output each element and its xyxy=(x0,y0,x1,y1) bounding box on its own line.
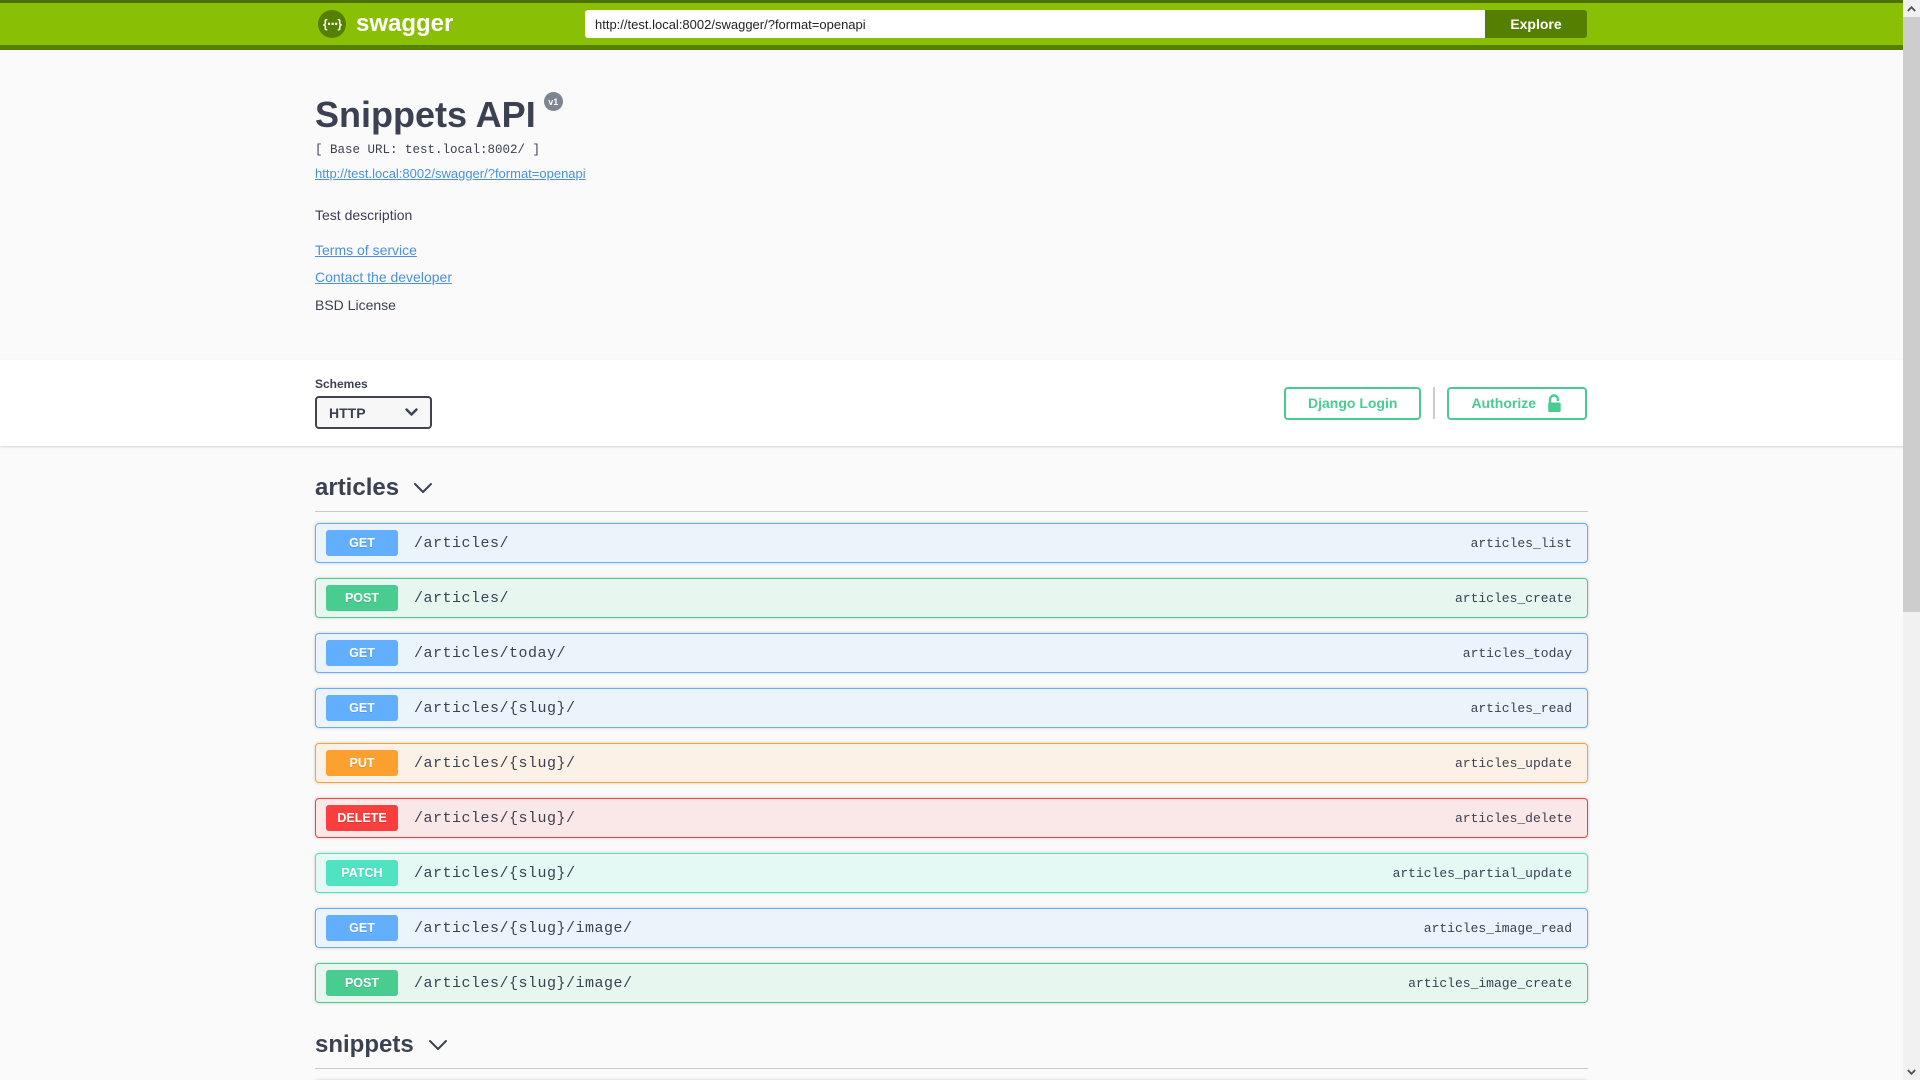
info-section: Snippets API v1 [ Base URL: test.local:8… xyxy=(315,50,1587,313)
swagger-logo-icon: {⋅⋅⋅} xyxy=(318,10,346,38)
operation-path: /articles/{slug}/ xyxy=(414,809,576,827)
opblock-articles_list[interactable]: GET/articles/articles_list xyxy=(315,523,1588,563)
auth-wrapper: Django Login Authorize xyxy=(1284,386,1587,420)
section-chevron-down-icon xyxy=(413,482,433,494)
unlocked-padlock-icon xyxy=(1546,393,1563,413)
method-badge: DELETE xyxy=(326,805,398,831)
page-title: Snippets API v1 xyxy=(315,92,1587,136)
operation-path: /articles/ xyxy=(414,589,510,607)
explore-form: Explore xyxy=(585,10,1587,38)
operation-id: articles_partial_update xyxy=(1392,865,1572,881)
section-header-articles[interactable]: articles xyxy=(315,474,1588,512)
authorize-label: Authorize xyxy=(1471,395,1536,411)
base-url: [ Base URL: test.local:8002/ ] xyxy=(315,143,541,157)
scheme-container: Schemes HTTP Django Login Authorize xyxy=(0,360,1920,446)
scrollbar-down-arrow-icon[interactable] xyxy=(1903,1063,1920,1080)
operation-id: articles_image_read xyxy=(1423,920,1572,936)
section-title: snippets xyxy=(315,1031,414,1058)
auth-divider xyxy=(1433,387,1436,419)
contact-developer-link[interactable]: Contact the developer xyxy=(315,269,452,285)
topbar: {⋅⋅⋅} swagger Explore xyxy=(0,0,1903,50)
operation-id: articles_read xyxy=(1470,700,1572,716)
swagger-logo-text: swagger xyxy=(356,10,454,37)
spec-link[interactable]: http://test.local:8002/swagger/?format=o… xyxy=(315,166,586,181)
section-title: articles xyxy=(315,474,400,501)
opblock-articles_update[interactable]: PUT/articles/{slug}/ articles_update xyxy=(315,743,1588,783)
operation-path: /articles/{slug}/image/ xyxy=(414,974,633,992)
operation-id: articles_today xyxy=(1462,645,1572,661)
operation-id: articles_image_create xyxy=(1408,975,1572,991)
scrollbar-thumb[interactable] xyxy=(1903,17,1920,612)
method-badge: POST xyxy=(326,585,398,611)
chevron-down-icon xyxy=(405,408,418,417)
explore-button[interactable]: Explore xyxy=(1485,10,1587,38)
section-operations-list: GET/snippets/snippets_list xyxy=(315,1069,1588,1080)
method-badge: PUT xyxy=(326,750,398,776)
method-badge: GET xyxy=(326,530,398,556)
section-operations-list: GET/articles/articles_list POST/articles/… xyxy=(315,512,1588,1003)
method-badge: GET xyxy=(326,640,398,666)
terms-of-service-link[interactable]: Terms of service xyxy=(315,242,417,258)
operation-id: articles_update xyxy=(1454,755,1572,771)
method-badge: POST xyxy=(326,970,398,996)
operation-id: articles_create xyxy=(1454,590,1572,606)
operation-path: /articles/today/ xyxy=(414,644,567,662)
operations-area: articles GET/articles/articles_list POST/a… xyxy=(315,474,1588,1080)
schemes-selected-value: HTTP xyxy=(329,404,366,421)
operation-path: /articles/ xyxy=(414,534,510,552)
schemes-label: Schemes xyxy=(315,377,368,391)
django-login-button[interactable]: Django Login xyxy=(1284,386,1422,420)
swagger-logo-link[interactable]: {⋅⋅⋅} swagger xyxy=(318,10,453,38)
opblock-articles_partial_update[interactable]: PATCH/articles/{slug}/ articles_partial_u… xyxy=(315,853,1588,893)
version-badge: v1 xyxy=(543,92,563,111)
api-description: Test description xyxy=(315,207,413,223)
opblock-articles_delete[interactable]: DELETE/articles/{slug}/ articles_delete xyxy=(315,798,1588,838)
operation-path: /articles/{slug}/ xyxy=(414,699,576,717)
method-badge: GET xyxy=(326,695,398,721)
opblock-articles_create[interactable]: POST/articles/articles_create xyxy=(315,578,1588,618)
api-title-text: Snippets API xyxy=(315,94,536,135)
section-header-snippets[interactable]: snippets xyxy=(315,1031,1588,1069)
spec-url-input[interactable] xyxy=(585,10,1485,38)
opblock-articles_image_create[interactable]: POST/articles/{slug}/image/articles_imag… xyxy=(315,963,1588,1003)
method-badge: GET xyxy=(326,915,398,941)
scrollbar-up-arrow-icon[interactable] xyxy=(1903,0,1920,17)
opblock-articles_read[interactable]: GET/articles/{slug}/ articles_read xyxy=(315,688,1588,728)
authorize-button[interactable]: Authorize xyxy=(1447,386,1587,420)
operation-path: /articles/{slug}/image/ xyxy=(414,919,633,937)
vertical-scrollbar[interactable] xyxy=(1903,0,1920,1080)
operation-id: articles_delete xyxy=(1454,810,1572,826)
operation-path: /articles/{slug}/ xyxy=(414,754,576,772)
license-text: BSD License xyxy=(315,297,396,313)
method-badge: PATCH xyxy=(326,860,398,886)
opblock-articles_today[interactable]: GET/articles/today/articles_today xyxy=(315,633,1588,673)
api-section-snippets: snippets GET/snippets/snippets_list xyxy=(315,1031,1588,1080)
section-chevron-down-icon xyxy=(428,1039,448,1051)
operation-id: articles_list xyxy=(1470,535,1572,551)
api-section-articles: articles GET/articles/articles_list POST/a… xyxy=(315,474,1588,1003)
django-login-label: Django Login xyxy=(1308,395,1398,411)
opblock-articles_image_read[interactable]: GET/articles/{slug}/image/articles_image… xyxy=(315,908,1588,948)
schemes-select[interactable]: HTTP xyxy=(315,396,432,429)
operation-path: /articles/{slug}/ xyxy=(414,864,576,882)
